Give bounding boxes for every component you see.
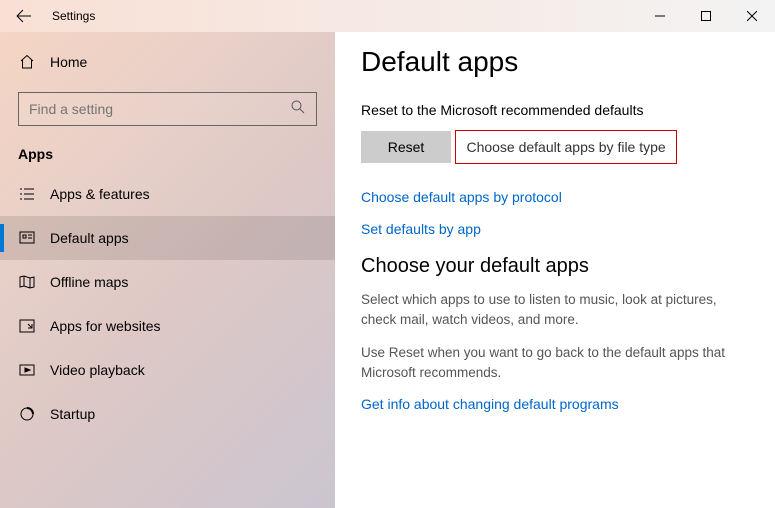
nav-default-apps[interactable]: Default apps — [0, 216, 335, 260]
maximize-button[interactable] — [683, 0, 729, 32]
window-title: Settings — [48, 9, 95, 23]
page-heading: Default apps — [361, 46, 749, 78]
link-choose-by-protocol[interactable]: Choose default apps by protocol — [361, 189, 749, 205]
startup-icon — [18, 405, 36, 423]
link-set-defaults-by-app[interactable]: Set defaults by app — [361, 221, 749, 237]
nav-label: Video playback — [50, 362, 145, 378]
home-label: Home — [50, 54, 87, 70]
choose-heading: Choose your default apps — [361, 255, 749, 278]
apps-websites-icon — [18, 317, 36, 335]
home-nav[interactable]: Home — [0, 42, 335, 82]
titlebar: Settings — [0, 0, 775, 32]
choose-body-1: Select which apps to use to listen to mu… — [361, 290, 749, 329]
nav-label: Startup — [50, 406, 95, 422]
list-icon — [18, 185, 36, 203]
default-apps-icon — [18, 229, 36, 247]
settings-window: Settings Home Apps Apps & features — [0, 0, 775, 508]
section-header-apps: Apps — [0, 140, 335, 172]
close-button[interactable] — [729, 0, 775, 32]
search-icon — [290, 99, 306, 120]
nav-startup[interactable]: Startup — [0, 392, 335, 436]
choose-body-2: Use Reset when you want to go back to th… — [361, 343, 749, 382]
titlebar-left: Settings — [0, 0, 95, 32]
sidebar: Home Apps Apps & features Default apps O… — [0, 32, 335, 508]
search-input[interactable] — [29, 101, 278, 117]
nav-label: Apps for websites — [50, 318, 161, 334]
content-area: Home Apps Apps & features Default apps O… — [0, 32, 775, 508]
main-panel: Default apps Reset to the Microsoft reco… — [335, 32, 775, 508]
nav-label: Default apps — [50, 230, 129, 246]
link-choose-by-filetype[interactable]: Choose default apps by file type — [455, 130, 676, 164]
video-icon — [18, 361, 36, 379]
window-controls — [637, 0, 775, 32]
nav-offline-maps[interactable]: Offline maps — [0, 260, 335, 304]
home-icon — [18, 53, 36, 71]
map-icon — [18, 273, 36, 291]
reset-button[interactable]: Reset — [361, 131, 451, 163]
back-arrow-icon — [16, 8, 32, 24]
nav-apps-websites[interactable]: Apps for websites — [0, 304, 335, 348]
link-get-info[interactable]: Get info about changing default programs — [361, 396, 749, 412]
nav-video-playback[interactable]: Video playback — [0, 348, 335, 392]
nav-label: Apps & features — [50, 186, 150, 202]
back-button[interactable] — [0, 0, 48, 32]
reset-description: Reset to the Microsoft recommended defau… — [361, 102, 749, 118]
nav-label: Offline maps — [50, 274, 128, 290]
search-box[interactable] — [18, 92, 317, 126]
nav-apps-features[interactable]: Apps & features — [0, 172, 335, 216]
minimize-button[interactable] — [637, 0, 683, 32]
